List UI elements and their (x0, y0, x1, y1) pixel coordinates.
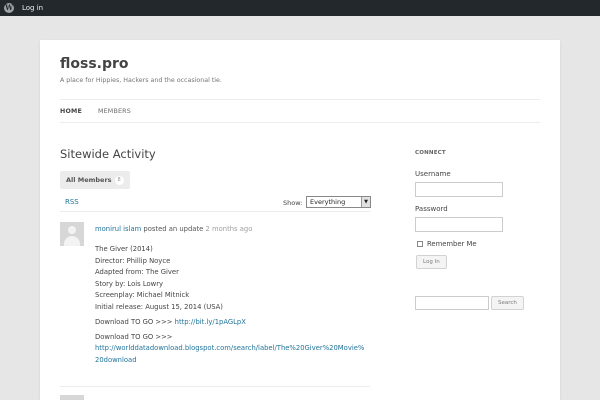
activity-line: Initial release: August 15, 2014 (USA) (95, 302, 223, 311)
login-button[interactable]: Log In (416, 255, 447, 269)
page-title: Sitewide Activity (60, 147, 156, 161)
search-input[interactable] (415, 296, 489, 310)
download-prefix: Download TO GO >>> (95, 332, 173, 341)
avatar-head-shape (68, 226, 76, 234)
dropdown-arrow-icon: ▼ (361, 197, 370, 207)
download-link[interactable]: http://worlddatadownload.blogspot.com/se… (95, 344, 364, 364)
tab-label: All Members (66, 176, 112, 184)
filter-label: Show: (283, 199, 303, 207)
activity-author-link[interactable]: monirul islam (95, 225, 141, 233)
avatar-body-shape (64, 236, 80, 246)
download-line: Download TO GO >>> http://worlddatadownl… (95, 332, 365, 367)
activity-line: Director: Phillip Noyce (95, 256, 171, 265)
avatar[interactable] (60, 222, 84, 246)
nav-item-home[interactable]: HOME (60, 108, 82, 115)
activity-time[interactable]: 2 months ago (206, 225, 253, 233)
activity-line: The Giver (2014) (95, 245, 153, 253)
download-line: Download TO GO >>> http://bit.ly/1pAGLpX (95, 317, 365, 329)
activity-line: Story by: Lois Lowry (95, 279, 164, 288)
page-container: floss.pro A place for Hippies, Hackers a… (40, 40, 560, 400)
activity-filter-select[interactable]: Everything ▼ (306, 196, 371, 208)
member-count-badge: 8 (114, 176, 124, 185)
username-input[interactable] (415, 182, 503, 197)
activity-content: The Giver (2014) Director: Phillip Noyce… (95, 244, 365, 366)
connect-widget-title: CONNECT (415, 150, 446, 156)
remember-me-checkbox[interactable] (417, 241, 423, 247)
activity-header: monirul islam posted an update 2 months … (95, 225, 252, 233)
filter-selected-value: Everything (310, 198, 346, 206)
admin-bar-login-link[interactable]: Log in (22, 4, 43, 12)
password-label: Password (415, 205, 448, 213)
activity-action: posted an update (143, 225, 204, 233)
username-label: Username (415, 170, 451, 178)
tab-all-members[interactable]: All Members 8 (60, 171, 130, 189)
remember-me-label: Remember Me (427, 240, 477, 248)
wordpress-logo-icon[interactable]: W (4, 3, 14, 13)
remember-me[interactable]: Remember Me (417, 240, 477, 248)
main-navigation: HOME MEMBERS (60, 99, 540, 123)
activity-line: Adapted from: The Giver (95, 268, 179, 276)
password-input[interactable] (415, 217, 503, 232)
download-link[interactable]: http://bit.ly/1pAGLpX (175, 318, 246, 326)
site-title[interactable]: floss.pro (60, 56, 129, 72)
admin-bar: W Log in (0, 0, 600, 16)
avatar[interactable] (60, 395, 84, 400)
divider (60, 386, 370, 387)
search-button[interactable]: Search (491, 296, 524, 310)
activity-line: Screenplay: Michael Mitnick (95, 291, 190, 299)
divider (60, 211, 370, 212)
download-prefix: Download TO GO >>> (95, 317, 175, 326)
site-description: A place for Hippies, Hackers and the occ… (60, 77, 222, 84)
rss-link[interactable]: RSS (65, 198, 79, 206)
nav-item-members[interactable]: MEMBERS (98, 108, 131, 115)
